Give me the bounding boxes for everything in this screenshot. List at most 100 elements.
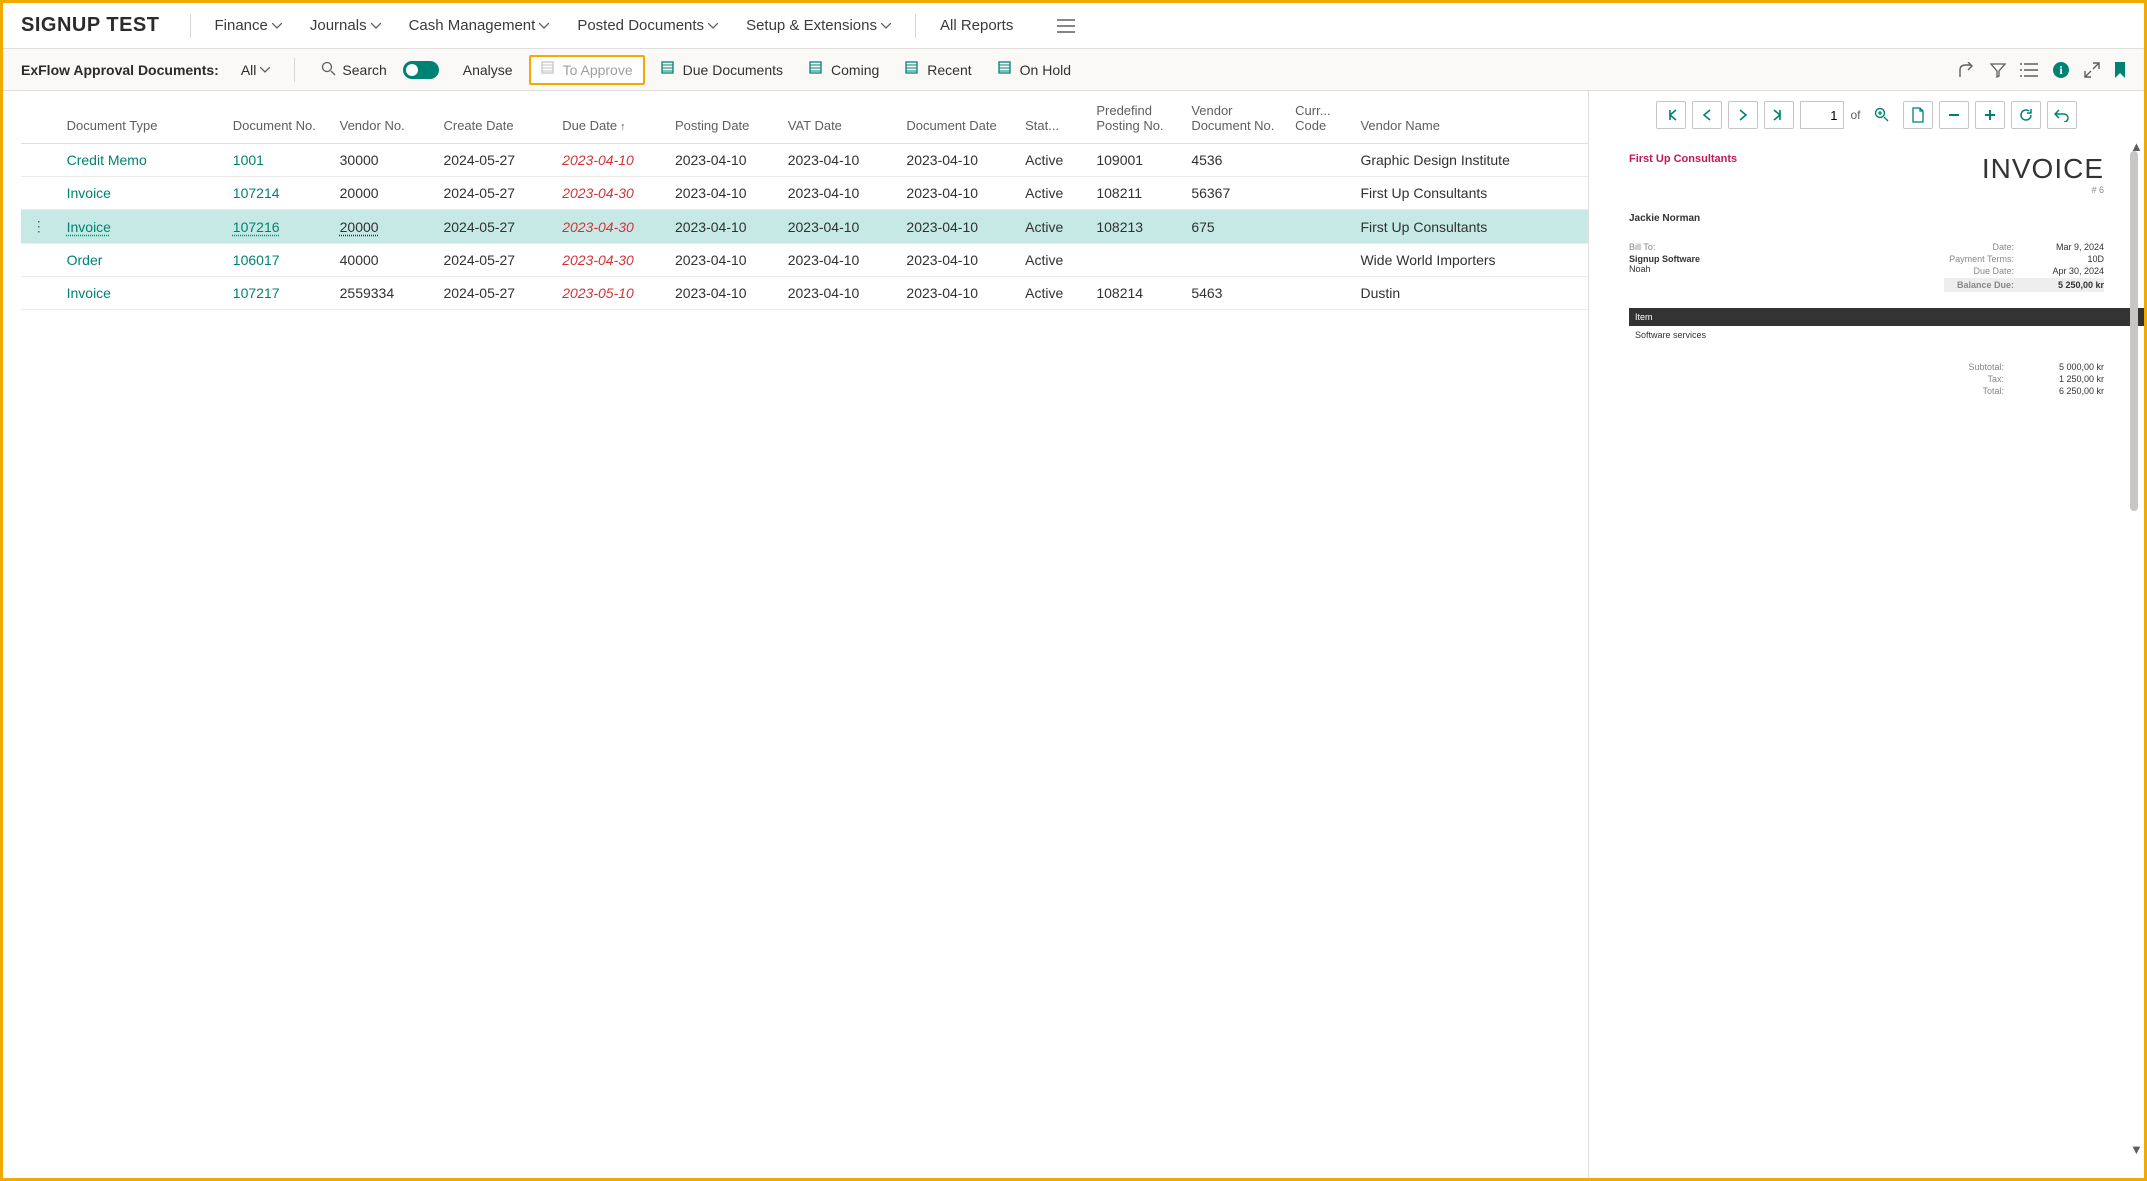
prev-page-icon[interactable] xyxy=(1692,101,1722,129)
col-vendor-doc-no[interactable]: Vendor Document No. xyxy=(1181,91,1285,144)
cell-curr-code xyxy=(1285,177,1350,210)
cell-doc-type: Invoice xyxy=(57,277,223,310)
zoom-out-icon[interactable] xyxy=(1939,101,1969,129)
preview-toolbar: of xyxy=(1589,91,2144,139)
scroll-down-icon[interactable]: ▼ xyxy=(2130,1142,2142,1154)
col-document-date[interactable]: Document Date xyxy=(896,91,1015,144)
menu-label: Finance xyxy=(215,17,268,34)
menu-finance[interactable]: Finance xyxy=(201,3,296,49)
link[interactable]: Invoice xyxy=(67,219,111,235)
cell-due-date: 2023-04-30 xyxy=(552,210,665,244)
filter-icon[interactable] xyxy=(1990,62,2006,78)
link[interactable]: 1001 xyxy=(233,152,264,168)
menu-all-reports[interactable]: All Reports xyxy=(926,3,1027,49)
document-preview-pane: of First Up Consultants INVOICE # 6 Jack… xyxy=(1588,91,2144,1178)
share-icon[interactable] xyxy=(1958,62,1976,78)
col-create-date[interactable]: Create Date xyxy=(433,91,552,144)
page-of-label: of xyxy=(1850,108,1860,122)
action-due-documents[interactable]: Due Documents xyxy=(651,55,793,85)
list-icon[interactable] xyxy=(2020,63,2038,77)
action-label: To Approve xyxy=(563,62,633,78)
page-number-input[interactable] xyxy=(1800,101,1844,129)
filter-dropdown[interactable]: All xyxy=(233,58,279,82)
cell-document-date: 2023-04-10 xyxy=(896,210,1015,244)
action-on-hold[interactable]: On Hold xyxy=(988,55,1081,85)
undo-icon[interactable] xyxy=(2047,101,2077,129)
cell-vendor-doc-no: 4536 xyxy=(1181,144,1285,177)
cell-due-date: 2023-04-30 xyxy=(552,244,665,277)
table-row[interactable]: Invoice10721725593342024-05-272023-05-10… xyxy=(21,277,1588,310)
action-recent[interactable]: Recent xyxy=(895,55,981,85)
more-menu-icon[interactable] xyxy=(1057,19,1075,33)
next-page-icon[interactable] xyxy=(1728,101,1758,129)
zoom-icon[interactable] xyxy=(1867,101,1897,129)
info-icon[interactable]: i xyxy=(2052,61,2070,79)
col-due-date[interactable]: Due Date↑ xyxy=(552,91,665,144)
row-actions-icon[interactable]: ⋮ xyxy=(21,210,57,244)
cell-due-date: 2023-05-10 xyxy=(552,277,665,310)
link[interactable]: Credit Memo xyxy=(67,152,147,168)
analyse-toggle[interactable] xyxy=(403,61,439,79)
cell-posting-date: 2023-04-10 xyxy=(665,177,778,210)
col-doc-no[interactable]: Document No. xyxy=(223,91,330,144)
chevron-down-icon xyxy=(881,23,891,29)
row-actions-icon[interactable] xyxy=(21,244,57,277)
col-posting-date[interactable]: Posting Date xyxy=(665,91,778,144)
cell-create-date: 2024-05-27 xyxy=(433,177,552,210)
link[interactable]: 107217 xyxy=(233,285,280,301)
link[interactable]: 106017 xyxy=(233,252,280,268)
table-row[interactable]: Credit Memo1001300002024-05-272023-04-10… xyxy=(21,144,1588,177)
table-row[interactable]: Invoice107214200002024-05-272023-04-3020… xyxy=(21,177,1588,210)
first-page-icon[interactable] xyxy=(1656,101,1686,129)
vertical-scrollbar[interactable] xyxy=(2130,151,2140,1138)
menu-label: Cash Management xyxy=(409,17,536,34)
action-label: Coming xyxy=(831,62,879,78)
page-setup-icon[interactable] xyxy=(1903,101,1933,129)
menu-cash-management[interactable]: Cash Management xyxy=(395,3,564,49)
list-action-icon xyxy=(661,61,677,78)
cell-posting-date: 2023-04-10 xyxy=(665,277,778,310)
menu-setup-extensions[interactable]: Setup & Extensions xyxy=(732,3,905,49)
list-action-icon xyxy=(998,61,1014,78)
action-coming[interactable]: Coming xyxy=(799,55,889,85)
table-row[interactable]: ⋮Invoice107216200002024-05-272023-04-302… xyxy=(21,210,1588,244)
search-button[interactable]: Search xyxy=(311,55,396,85)
col-status[interactable]: Stat... xyxy=(1015,91,1086,144)
cell-create-date: 2024-05-27 xyxy=(433,244,552,277)
row-actions-icon[interactable] xyxy=(21,177,57,210)
menu-journals[interactable]: Journals xyxy=(296,3,395,49)
link[interactable]: Invoice xyxy=(67,285,111,301)
bookmark-icon[interactable] xyxy=(2114,61,2126,79)
row-actions-icon[interactable] xyxy=(21,277,57,310)
cell-posting-date: 2023-04-10 xyxy=(665,244,778,277)
horizontal-scrollbar[interactable] xyxy=(21,1160,1588,1178)
col-predef-posting-no[interactable]: Predefind Posting No. xyxy=(1086,91,1181,144)
list-action-icon xyxy=(541,61,557,78)
cell-posting-date: 2023-04-10 xyxy=(665,144,778,177)
col-vat-date[interactable]: VAT Date xyxy=(778,91,897,144)
row-actions-icon[interactable] xyxy=(21,144,57,177)
cell-status: Active xyxy=(1015,177,1086,210)
col-doc-type[interactable]: Document Type xyxy=(57,91,223,144)
refresh-icon[interactable] xyxy=(2011,101,2041,129)
invoice-meta-row: Balance Due:5 250,00 kr xyxy=(1944,278,2104,292)
menu-posted-documents[interactable]: Posted Documents xyxy=(563,3,732,49)
cell-document-date: 2023-04-10 xyxy=(896,177,1015,210)
action-to-approve[interactable]: To Approve xyxy=(529,55,645,85)
link[interactable]: Invoice xyxy=(67,185,111,201)
col-vendor-no[interactable]: Vendor No. xyxy=(330,91,434,144)
analyse-button[interactable]: Analyse xyxy=(453,55,523,85)
zoom-in-icon[interactable] xyxy=(1975,101,2005,129)
link[interactable]: 107214 xyxy=(233,185,280,201)
col-vendor-name[interactable]: Vendor Name xyxy=(1350,91,1588,144)
table-row[interactable]: Order106017400002024-05-272023-04-302023… xyxy=(21,244,1588,277)
scroll-up-icon[interactable]: ▲ xyxy=(2130,139,2142,151)
cell-create-date: 2024-05-27 xyxy=(433,210,552,244)
last-page-icon[interactable] xyxy=(1764,101,1794,129)
link[interactable]: Order xyxy=(67,252,103,268)
col-curr-code[interactable]: Curr... Code xyxy=(1285,91,1350,144)
cell-vendor-name: Wide World Importers xyxy=(1350,244,1588,277)
preview-scroll[interactable]: First Up Consultants INVOICE # 6 Jackie … xyxy=(1589,139,2144,1178)
link[interactable]: 107216 xyxy=(233,219,280,235)
expand-icon[interactable] xyxy=(2084,62,2100,78)
